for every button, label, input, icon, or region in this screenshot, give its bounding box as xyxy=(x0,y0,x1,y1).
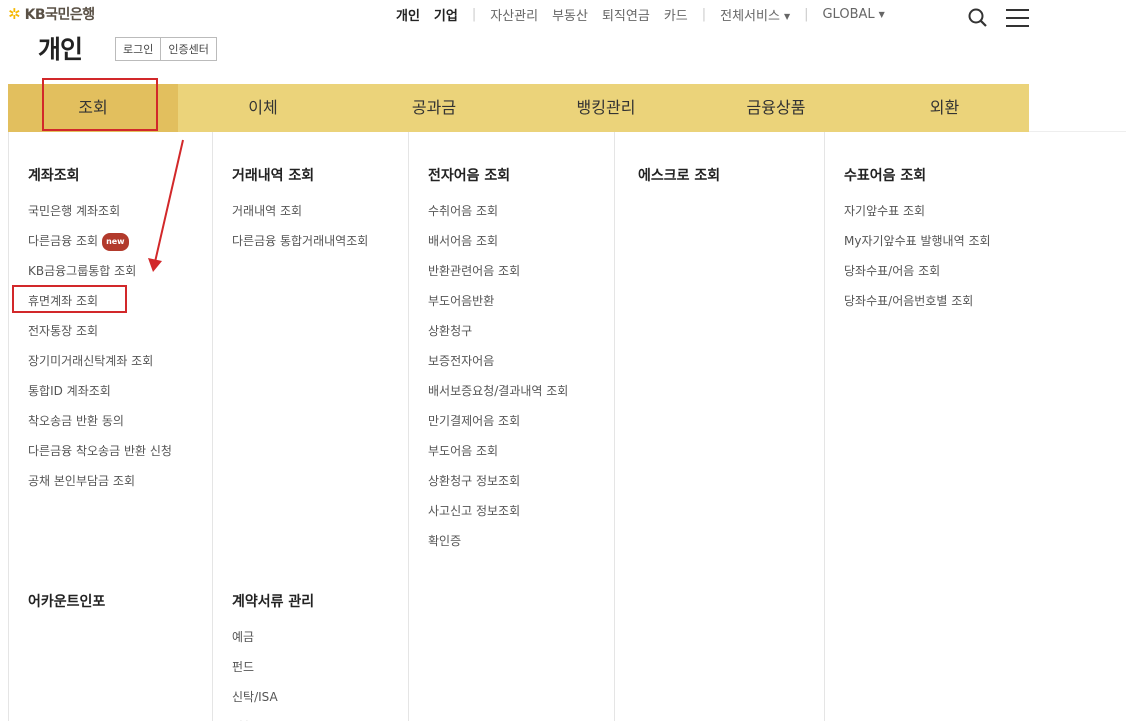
menu-item-integrated-id[interactable]: 통합ID 계좌조회 xyxy=(28,383,172,413)
nav-realestate[interactable]: 부동산 xyxy=(552,5,588,24)
tab-inquiry[interactable]: 조회 xyxy=(8,84,178,132)
menu-heading-account[interactable]: 계좌조회 xyxy=(28,165,172,185)
menu-item-other-finance[interactable]: 다른금융 조회 new xyxy=(28,233,172,263)
menu-item-label: 다른금융 조회 xyxy=(28,234,99,248)
tab-utility[interactable]: 공과금 xyxy=(348,84,520,132)
menu-item-recourse-claim[interactable]: 상환청구 xyxy=(428,323,568,353)
divider xyxy=(8,132,9,721)
nav-all-services-label: 전체서비스 xyxy=(720,9,780,24)
tab-transfer[interactable]: 이체 xyxy=(178,84,348,132)
menu-item-cashier-check[interactable]: 자기앞수표 조회 xyxy=(844,203,991,233)
menu-item-endorsement-request[interactable]: 배서보증요청/결과내역 조회 xyxy=(428,383,568,413)
menu-item-mistransfer-consent[interactable]: 착오송금 반환 동의 xyxy=(28,413,172,443)
divider xyxy=(614,132,615,721)
menu-item-kb-account[interactable]: 국민은행 계좌조회 xyxy=(28,203,172,233)
nav-business[interactable]: 기업 xyxy=(434,5,458,24)
nav-divider: | xyxy=(804,7,809,22)
menu-item-returned-note[interactable]: 반환관련어음 조회 xyxy=(428,263,568,293)
menu-col-contract: 계약서류 관리 예금 펀드 신탁/ISA 외환 xyxy=(232,591,314,721)
new-badge: new xyxy=(102,233,129,251)
nav-asset[interactable]: 자산관리 xyxy=(490,5,538,24)
menu-item-integrated-transactions[interactable]: 다른금융 통합거래내역조회 xyxy=(232,233,368,263)
menu-item-received-note[interactable]: 수취어음 조회 xyxy=(428,203,568,233)
main-tab-bar: 조회 이체 공과금 뱅킹관리 금융상품 외환 xyxy=(8,84,1029,132)
menu-item-dormant-account[interactable]: 휴면계좌 조회 xyxy=(28,293,172,323)
mega-menu: 계좌조회 국민은행 계좌조회 다른금융 조회 new KB금융그룹통합 조회 휴면… xyxy=(8,132,1029,721)
nav-card[interactable]: 카드 xyxy=(664,5,688,24)
divider xyxy=(824,132,825,721)
menu-col-transactions: 거래내역 조회 거래내역 조회 다른금융 통합거래내역조회 xyxy=(232,165,368,263)
logo-text: KB국민은행 xyxy=(24,7,96,23)
menu-heading-contract[interactable]: 계약서류 관리 xyxy=(232,591,314,611)
divider xyxy=(212,132,213,721)
menu-item-maturity-payment[interactable]: 만기결제어음 조회 xyxy=(428,413,568,443)
menu-item-my-cashier-check[interactable]: My자기앞수표 발행내역 조회 xyxy=(844,233,991,263)
menu-heading-transactions[interactable]: 거래내역 조회 xyxy=(232,165,368,185)
menu-item-kb-group[interactable]: KB금융그룹통합 조회 xyxy=(28,263,172,293)
tab-financial-products[interactable]: 금융상품 xyxy=(692,84,860,132)
menu-item-e-passbook[interactable]: 전자통장 조회 xyxy=(28,323,172,353)
menu-heading-check[interactable]: 수표어음 조회 xyxy=(844,165,991,185)
menu-col-check: 수표어음 조회 자기앞수표 조회 My자기앞수표 발행내역 조회 당좌수표/어음… xyxy=(844,165,991,323)
star-logo-icon: ✲ xyxy=(8,4,21,23)
menu-item-long-term-trust[interactable]: 장기미거래신탁계좌 조회 xyxy=(28,353,172,383)
menu-item-transactions[interactable]: 거래내역 조회 xyxy=(232,203,368,233)
menu-col-escrow: 에스크로 조회 xyxy=(638,165,720,203)
menu-heading-accountinfo[interactable]: 어카운트인포 xyxy=(28,591,105,611)
tab-forex[interactable]: 외환 xyxy=(860,84,1029,132)
header-sub-buttons: 로그인 인증센터 xyxy=(115,37,217,61)
nav-global[interactable]: GLOBAL ▼ xyxy=(822,7,884,22)
menu-item-dishonored-return[interactable]: 부도어음반환 xyxy=(428,293,568,323)
menu-item-incident-report[interactable]: 사고신고 정보조회 xyxy=(428,503,568,533)
menu-item-recourse-info[interactable]: 상환청구 정보조회 xyxy=(428,473,568,503)
menu-item-current-check[interactable]: 당좌수표/어음 조회 xyxy=(844,263,991,293)
search-icon[interactable] xyxy=(968,8,988,28)
top-nav: 개인 기업 | 자산관리 부동산 퇴직연금 카드 | 전체서비스 ▼ | GLOB… xyxy=(396,5,899,24)
menu-item-certificate[interactable]: 확인증 xyxy=(428,533,568,563)
menu-item-dishonored-note[interactable]: 부도어음 조회 xyxy=(428,443,568,473)
menu-item-deposit[interactable]: 예금 xyxy=(232,629,314,659)
menu-col-accountinfo: 어카운트인포 xyxy=(28,591,105,629)
caret-down-icon: ▼ xyxy=(783,12,791,21)
nav-divider: | xyxy=(701,7,707,22)
menu-item-endorsed-note[interactable]: 배서어음 조회 xyxy=(428,233,568,263)
nav-pension[interactable]: 퇴직연금 xyxy=(602,5,650,24)
menu-item-guaranteed-note[interactable]: 보증전자어음 xyxy=(428,353,568,383)
divider xyxy=(408,132,409,721)
tab-banking-mgmt[interactable]: 뱅킹관리 xyxy=(520,84,692,132)
caret-down-icon: ▼ xyxy=(878,10,885,19)
menu-item-current-check-number[interactable]: 당좌수표/어음번호별 조회 xyxy=(844,293,991,323)
menu-item-mistransfer-request[interactable]: 다른금융 착오송금 반환 신청 xyxy=(28,443,172,473)
menu-item-fund[interactable]: 펀드 xyxy=(232,659,314,689)
menu-col-account: 계좌조회 국민은행 계좌조회 다른금융 조회 new KB금융그룹통합 조회 휴면… xyxy=(28,165,172,503)
auth-center-button[interactable]: 인증센터 xyxy=(161,37,217,61)
page-title: 개인 xyxy=(38,35,83,64)
kb-logo[interactable]: ✲ KB국민은행 xyxy=(8,4,95,24)
menu-item-trust-isa[interactable]: 신탁/ISA xyxy=(232,689,314,719)
menu-item-bond-charge[interactable]: 공채 본인부담금 조회 xyxy=(28,473,172,503)
menu-heading-escrow[interactable]: 에스크로 조회 xyxy=(638,165,720,185)
divider xyxy=(1029,131,1126,132)
menu-heading-enote[interactable]: 전자어음 조회 xyxy=(428,165,568,185)
nav-divider: | xyxy=(471,7,477,22)
menu-col-enote: 전자어음 조회 수취어음 조회 배서어음 조회 반환관련어음 조회 부도어음반환… xyxy=(428,165,568,563)
nav-all-services[interactable]: 전체서비스 ▼ xyxy=(720,5,790,24)
hamburger-menu-icon[interactable] xyxy=(1006,9,1029,27)
nav-personal[interactable]: 개인 xyxy=(396,5,420,24)
login-button[interactable]: 로그인 xyxy=(115,37,162,61)
nav-global-label: GLOBAL xyxy=(822,7,875,22)
